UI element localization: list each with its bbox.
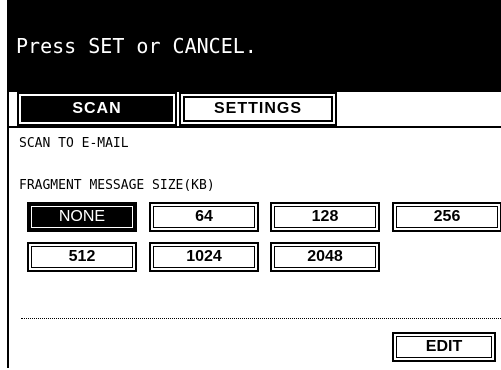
option-256-button[interactable]: 256: [392, 202, 501, 232]
option-none-button[interactable]: NONE: [27, 202, 137, 232]
option-2048-button[interactable]: 2048: [270, 242, 380, 272]
option-512-button[interactable]: 512: [27, 242, 137, 272]
tab-settings[interactable]: SETTINGS: [179, 92, 337, 126]
panel-title: SCAN TO E-MAIL: [19, 136, 129, 151]
settings-panel: SCAN TO E-MAIL FRAGMENT MESSAGE SIZE(KB)…: [9, 126, 501, 370]
fragment-size-label: FRAGMENT MESSAGE SIZE(KB): [19, 178, 215, 193]
edit-button[interactable]: EDIT: [392, 332, 496, 362]
copier-touch-screen: Press SET or CANCEL. SCAN SETTINGS SCAN …: [7, 0, 501, 370]
divider: [21, 318, 501, 319]
message-bar: Press SET or CANCEL.: [9, 0, 501, 92]
option-128-button[interactable]: 128: [270, 202, 380, 232]
tab-scan[interactable]: SCAN: [17, 92, 177, 126]
instruction-text: Press SET or CANCEL.: [16, 34, 257, 58]
option-64-button[interactable]: 64: [149, 202, 259, 232]
option-1024-button[interactable]: 1024: [149, 242, 259, 272]
